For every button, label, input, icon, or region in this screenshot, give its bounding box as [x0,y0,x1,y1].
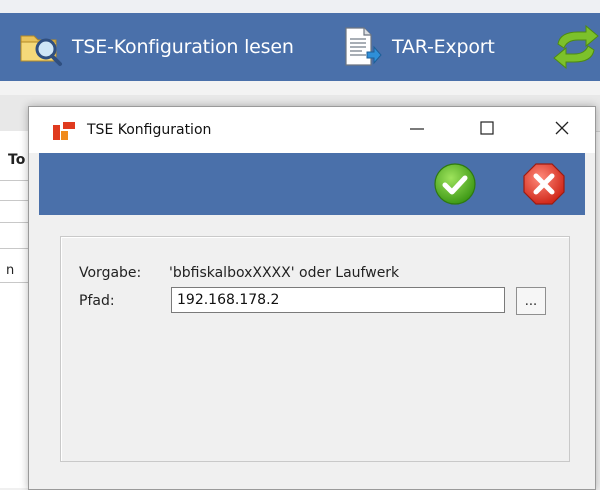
tar-export-label: TAR-Export [392,36,495,58]
read-config-label: TSE-Konfiguration lesen [72,36,294,58]
ok-button[interactable] [432,161,478,207]
minimize-button[interactable] [394,107,440,153]
sync-arrows-icon [552,24,600,70]
table-row-divider [0,248,30,249]
app-table [0,131,31,488]
table-row-divider [0,222,30,223]
sync-button[interactable] [552,13,600,81]
table-row-divider [0,180,30,181]
table-cell[interactable]: n [6,263,14,278]
app-toolbar: TSE-Konfiguration lesen TAR-Export [0,13,600,81]
cancel-x-icon [521,163,567,211]
pfad-label: Pfad: [79,293,115,309]
browse-button[interactable]: ... [516,287,546,315]
minimize-icon [409,120,425,140]
tse-config-dialog: TSE Konfiguration Vorgabe: 'bbfiskalboxX… [28,106,596,490]
dialog-action-header [39,153,585,215]
ok-check-icon [432,163,478,211]
maximize-icon [479,120,495,140]
table-row-divider [0,282,30,283]
vorgabe-hint-text: 'bbfiskalboxXXXX' oder Laufwerk [169,265,400,281]
cancel-button[interactable] [521,161,567,207]
folder-magnifier-icon [18,27,64,67]
pfad-input[interactable] [171,287,505,313]
document-export-icon [340,25,382,69]
close-icon [554,120,570,140]
tar-export-button[interactable]: TAR-Export [340,13,495,81]
dialog-titlebar[interactable]: TSE Konfiguration [29,107,595,153]
table-column-header[interactable]: To [8,152,25,168]
dialog-title: TSE Konfiguration [87,122,212,138]
dialog-body [39,215,585,479]
close-button[interactable] [539,107,585,153]
read-config-button[interactable]: TSE-Konfiguration lesen [18,13,294,81]
table-row-divider [0,200,30,201]
vorgabe-label: Vorgabe: [79,265,142,281]
maximize-button[interactable] [464,107,510,153]
app-logo-icon [53,122,75,140]
app-subbar [0,81,600,95]
app-top-strip [0,0,600,13]
